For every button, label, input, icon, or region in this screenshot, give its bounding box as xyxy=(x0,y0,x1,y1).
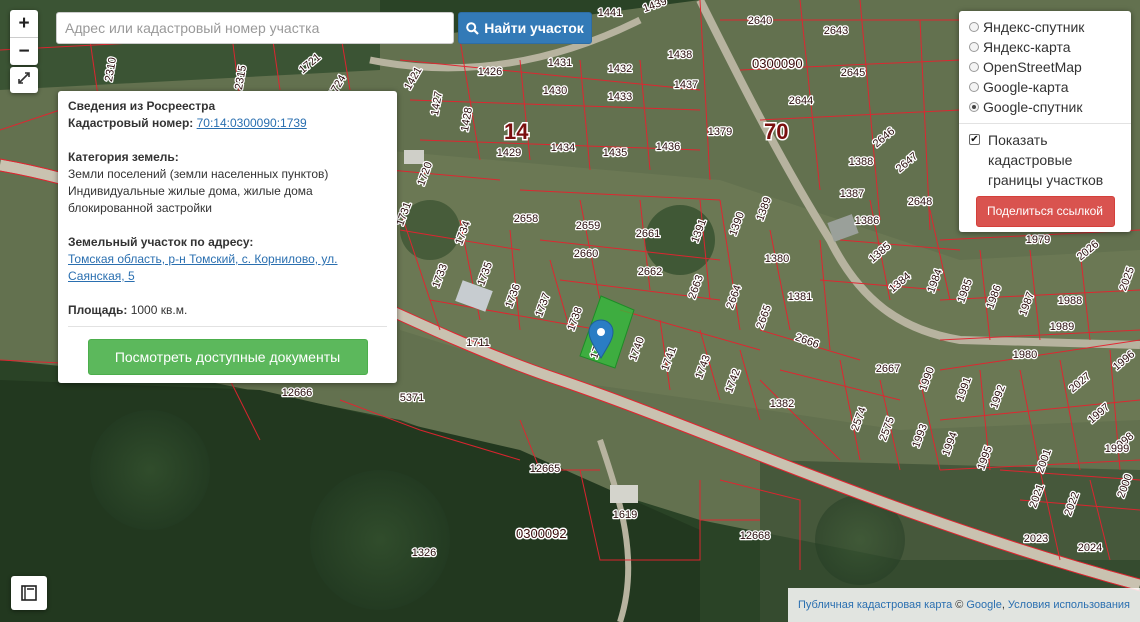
area-label: Площадь: xyxy=(68,303,128,317)
parcel-number-label: 1437 xyxy=(674,79,698,91)
share-link-button[interactable]: Поделиться ссылкой xyxy=(975,196,1115,227)
parcel-number-label: 2024 xyxy=(1078,542,1102,554)
layer-option-label: OpenStreetMap xyxy=(983,59,1082,75)
parcel-number-label: 1434 xyxy=(551,142,575,154)
book-icon xyxy=(21,585,37,601)
search-button-label: Найти участок xyxy=(484,20,584,36)
layer-option-yandex-map[interactable]: Яндекс-карта xyxy=(969,37,1121,57)
attribution-separator: , xyxy=(1001,599,1005,611)
parcel-number-label: 12668 xyxy=(740,530,771,542)
radio-button[interactable] xyxy=(969,22,979,32)
layer-option-google-map[interactable]: Google-карта xyxy=(969,77,1121,97)
show-borders-label: Показать кадастровые границы участков xyxy=(988,132,1104,188)
fullscreen-button[interactable] xyxy=(10,67,38,93)
layer-option-google-satellite[interactable]: Google-спутник xyxy=(969,97,1121,117)
parcel-number-label: 1619 xyxy=(613,509,637,521)
parcel-number-label: 1388 xyxy=(849,156,873,168)
parcel-number-label: 1426 xyxy=(478,66,502,78)
parcel-number-label: 1387 xyxy=(840,188,864,200)
parcel-number-label: 1381 xyxy=(788,291,812,303)
land-use-value-cont: блокированной застройки xyxy=(68,201,212,215)
layer-option-label: Google-спутник xyxy=(983,99,1083,115)
quarter-label: 0300090 xyxy=(752,56,803,71)
parcel-number-label: 1433 xyxy=(608,91,632,103)
google-link[interactable]: Google xyxy=(966,599,1001,611)
parcel-number-label: 1431 xyxy=(548,57,572,69)
parcel-number-label: 1386 xyxy=(855,215,879,227)
zoom-out-button[interactable]: − xyxy=(10,37,38,65)
search-input[interactable] xyxy=(56,12,454,44)
copyright-symbol: © xyxy=(955,599,964,611)
legend-button[interactable] xyxy=(11,576,47,610)
parcel-number-label: 1436 xyxy=(656,141,680,153)
parcel-number-label: 2667 xyxy=(876,363,900,375)
layer-switcher-panel: Яндекс-спутник Яндекс-карта OpenStreetMa… xyxy=(959,11,1131,232)
parcel-number-label: 12666 xyxy=(282,387,313,399)
parcel-number-label: 2662 xyxy=(638,266,662,278)
parcel-number-label: 1438 xyxy=(668,49,692,61)
quarter-label: 0300092 xyxy=(516,526,567,541)
search-icon xyxy=(466,21,479,35)
parcel-number-label: 2659 xyxy=(576,220,600,232)
parcel-number-label: 1326 xyxy=(412,547,436,559)
zoom-control: + − xyxy=(10,10,38,65)
parcel-number-label: 12665 xyxy=(530,463,561,475)
parcel-number-label: 2661 xyxy=(636,228,660,240)
search-button[interactable]: Найти участок xyxy=(458,12,592,44)
checkbox-checked[interactable]: ✔ xyxy=(969,134,980,145)
parcel-number-label: 1979 xyxy=(1026,234,1050,246)
radio-button[interactable] xyxy=(969,62,979,72)
parcel-number-label: 1379 xyxy=(708,126,732,138)
cadastral-number-link[interactable]: 70:14:0300090:1739 xyxy=(197,116,307,130)
parcel-number-label: 1988 xyxy=(1058,295,1082,307)
info-title: Сведения из Росреестра xyxy=(68,99,216,113)
parcel-number-label: 5371 xyxy=(400,392,424,404)
cadastral-number-label: Кадастровый номер: xyxy=(68,116,194,130)
show-cadastral-borders-toggle[interactable]: ✔ Показать кадастровые границы участков xyxy=(969,130,1121,190)
parcel-number-label: 2643 xyxy=(824,25,848,37)
parcel-number-label: 2660 xyxy=(574,248,598,260)
address-label: Земельный участок по адресу: xyxy=(68,235,254,249)
parcel-number-label: 1711 xyxy=(466,337,490,349)
parcel-number-label: 1435 xyxy=(603,147,627,159)
view-documents-button[interactable]: Посмотреть доступные документы xyxy=(87,339,368,375)
parcel-number-label: 1430 xyxy=(543,85,567,97)
parcel-number-label: 2640 xyxy=(748,15,772,27)
layer-option-label: Google-карта xyxy=(983,79,1069,95)
layer-option-label: Яндекс-карта xyxy=(983,39,1071,55)
land-category-value: Земли поселений (земли населенных пункто… xyxy=(68,167,329,181)
parcel-number-label: 1382 xyxy=(770,398,794,410)
map-label-14: 14 xyxy=(504,119,529,144)
parcel-number-label: 1980 xyxy=(1013,349,1037,361)
parcel-number-label: 2644 xyxy=(789,95,813,107)
zoom-in-button[interactable]: + xyxy=(10,10,38,37)
radio-button[interactable] xyxy=(969,82,979,92)
parcel-number-label: 1999 xyxy=(1105,443,1129,455)
radio-button-selected[interactable] xyxy=(969,102,979,112)
parcel-number-label: 1429 xyxy=(497,147,521,159)
parcel-number-label: 2023 xyxy=(1024,533,1048,545)
parcel-number-label: 2645 xyxy=(841,67,865,79)
parcel-number-label: 1441 xyxy=(598,7,622,19)
layer-option-label: Яндекс-спутник xyxy=(983,19,1085,35)
terms-link[interactable]: Условия использования xyxy=(1008,599,1130,611)
parcel-number-label: 1432 xyxy=(608,63,632,75)
radio-button[interactable] xyxy=(969,42,979,52)
layer-option-openstreetmap[interactable]: OpenStreetMap xyxy=(969,57,1121,77)
parcel-number-label: 2658 xyxy=(514,213,538,225)
cadastral-map-link[interactable]: Публичная кадастровая карта xyxy=(798,599,952,611)
map-label-70: 70 xyxy=(764,119,788,144)
area-value: 1000 кв.м. xyxy=(130,303,188,317)
expand-icon xyxy=(18,72,30,84)
land-use-value: Индивидуальные жилые дома, жилые дома xyxy=(68,184,313,198)
address-link[interactable]: Томская область, р-н Томский, с. Корнило… xyxy=(68,252,338,283)
parcel-number-label: 2648 xyxy=(908,196,932,208)
land-category-label: Категория земель: xyxy=(68,150,179,164)
parcel-info-panel: Сведения из Росреестра Кадастровый номер… xyxy=(58,91,397,383)
parcel-number-label: 1989 xyxy=(1050,321,1074,333)
layer-option-yandex-satellite[interactable]: Яндекс-спутник xyxy=(969,17,1121,37)
parcel-number-label: 1380 xyxy=(765,253,789,265)
map-attribution: Публичная кадастровая карта © Google , У… xyxy=(788,588,1140,622)
